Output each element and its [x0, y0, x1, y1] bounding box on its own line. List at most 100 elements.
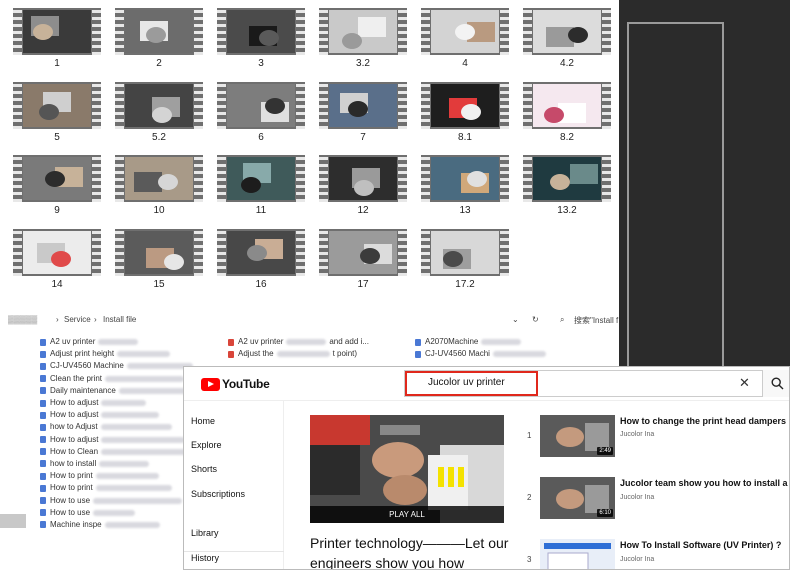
search-query[interactable]: Jucolor uv printer	[428, 377, 505, 388]
film-perforation	[319, 8, 328, 55]
sidebar-item-home[interactable]: Home	[191, 416, 215, 426]
video-frame-image	[431, 84, 499, 127]
video-file-thumbnail[interactable]: 17	[319, 229, 407, 290]
file-name: How to print	[50, 483, 93, 493]
play-all-overlay[interactable]: PLAY ALL	[310, 506, 504, 523]
channel-name[interactable]: Jucolor Ina	[620, 556, 654, 563]
video-title[interactable]: How To Install Software (UV Printer) ?	[620, 540, 789, 550]
file-list-item[interactable]: A2 uv printer	[40, 336, 211, 348]
breadcrumb-separator: ›	[94, 315, 97, 324]
background-window	[627, 22, 724, 368]
search-button[interactable]	[762, 370, 789, 397]
video-file-thumbnail[interactable]: 7	[319, 82, 407, 143]
video-index: 3	[527, 555, 532, 564]
video-thumbnail[interactable]	[540, 539, 615, 569]
video-file-thumbnail[interactable]: 12	[319, 155, 407, 216]
channel-name[interactable]: Jucolor Ina	[620, 431, 654, 438]
video-file-name: 11	[255, 205, 267, 216]
video-file-thumbnail[interactable]: 8.2	[523, 82, 611, 143]
file-list-item[interactable]: CJ-UV4560 Machi	[415, 348, 546, 360]
file-name: A2070Machine	[425, 337, 479, 347]
video-file-thumbnail[interactable]: 5.2	[115, 82, 203, 143]
video-thumbnail[interactable]: 2:49	[540, 415, 615, 457]
video-frame-image	[125, 231, 193, 274]
video-file-thumbnail[interactable]: 15	[115, 229, 203, 290]
explorer-search-hint[interactable]: 搜索"Install f	[574, 315, 618, 326]
film-strip-icon	[115, 82, 203, 129]
video-file-name: 8.2	[560, 132, 574, 143]
refresh-icon[interactable]: ↻	[532, 315, 539, 324]
sidebar-item-subscriptions[interactable]: Subscriptions	[191, 489, 245, 499]
film-perforation	[319, 229, 328, 276]
video-file-thumbnail[interactable]: 3	[217, 8, 305, 69]
clear-search-icon[interactable]: ✕	[739, 375, 750, 391]
video-file-name: 1	[54, 58, 60, 69]
film-perforation	[217, 82, 226, 129]
video-frame-image	[329, 84, 397, 127]
video-duration: 2:49	[597, 447, 613, 455]
video-frame-image	[533, 84, 601, 127]
playlist-feature-thumbnail[interactable]: PLAY ALL	[310, 415, 504, 523]
video-file-thumbnail[interactable]: 11	[217, 155, 305, 216]
breadcrumb-install-file[interactable]: Install file	[103, 315, 136, 324]
file-list-item[interactable]: A2070Machine	[415, 336, 546, 348]
video-file-thumbnail[interactable]: 5	[13, 82, 101, 143]
file-list-column-2: A2 uv printer and add i... Adjust the t poi…	[228, 336, 369, 360]
sidebar-item-explore[interactable]: Explore	[191, 440, 222, 450]
video-file-thumbnail[interactable]: 4	[421, 8, 509, 69]
film-strip-icon	[13, 82, 101, 129]
video-file-thumbnail[interactable]: 14	[13, 229, 101, 290]
youtube-header: YouTube Jucolor uv printer ✕	[184, 367, 789, 401]
video-title[interactable]: How to change the print head dampers	[620, 416, 789, 426]
recommended-video[interactable]: 1 2:49 How to change the print head damper…	[527, 415, 789, 459]
video-frame-image	[23, 157, 91, 200]
redacted-text	[99, 460, 150, 467]
playlist-title[interactable]: Printer technology———Let our engineers s…	[310, 533, 510, 569]
video-file-name: 14	[51, 279, 63, 290]
video-file-name: 3	[258, 58, 264, 69]
explorer-address-bar[interactable]: ▓▓▓▓▓ › Service › Install file ⌄ ↻ ⌕ 搜索"…	[0, 311, 619, 329]
redacted-text	[492, 351, 546, 358]
film-perforation	[296, 8, 305, 55]
sidebar-item-history[interactable]: History	[191, 553, 219, 563]
file-icon	[415, 350, 421, 358]
sidebar-item-shorts[interactable]: Shorts	[191, 464, 217, 474]
file-list-item[interactable]: Adjust the t point)	[228, 348, 369, 360]
breadcrumb-service[interactable]: Service	[64, 315, 91, 324]
video-file-thumbnail[interactable]: 2	[115, 8, 203, 69]
recommended-video[interactable]: 3 How To Install Software (UV Printer) ? J…	[527, 539, 789, 569]
video-file-thumbnail[interactable]: 6	[217, 82, 305, 143]
file-list-item[interactable]: A2 uv printer and add i...	[228, 336, 369, 348]
video-title[interactable]: Jucolor team show you how to install a	[620, 478, 789, 488]
video-file-thumbnail[interactable]: 16	[217, 229, 305, 290]
video-file-thumbnail[interactable]: 10	[115, 155, 203, 216]
file-icon	[40, 375, 46, 383]
film-strip-icon	[523, 155, 611, 202]
video-file-thumbnail[interactable]: 9	[13, 155, 101, 216]
video-file-thumbnail[interactable]: 4.2	[523, 8, 611, 69]
video-frame-image	[431, 231, 499, 274]
video-thumbnail[interactable]: 6:10	[540, 477, 615, 519]
video-file-thumbnail[interactable]: 8.1	[421, 82, 509, 143]
video-frame-image	[533, 157, 601, 200]
youtube-logo[interactable]: YouTube	[201, 377, 270, 391]
video-file-thumbnail[interactable]: 1	[13, 8, 101, 69]
film-perforation	[398, 155, 407, 202]
channel-name[interactable]: Jucolor Ina	[620, 494, 654, 501]
video-file-thumbnail[interactable]: 13.2	[523, 155, 611, 216]
file-icon	[40, 509, 46, 517]
file-icon	[40, 436, 46, 444]
recommended-video[interactable]: 2 6:10 Jucolor team show you how to instal…	[527, 477, 789, 521]
video-frame-image	[431, 157, 499, 200]
file-list-column-3: A2070Machine CJ-UV4560 Machi	[415, 336, 546, 360]
sidebar-item-library[interactable]: Library	[191, 528, 219, 538]
file-list-item[interactable]: Adjust print height	[40, 348, 211, 360]
film-strip-icon	[421, 82, 509, 129]
video-file-thumbnail[interactable]: 3.2	[319, 8, 407, 69]
video-file-thumbnail[interactable]: 17.2	[421, 229, 509, 290]
video-frame-image	[23, 10, 91, 53]
chevron-down-icon[interactable]: ⌄	[512, 315, 519, 324]
video-file-thumbnail[interactable]: 13	[421, 155, 509, 216]
file-name: Machine inspe	[50, 519, 102, 529]
film-strip-icon	[523, 82, 611, 129]
